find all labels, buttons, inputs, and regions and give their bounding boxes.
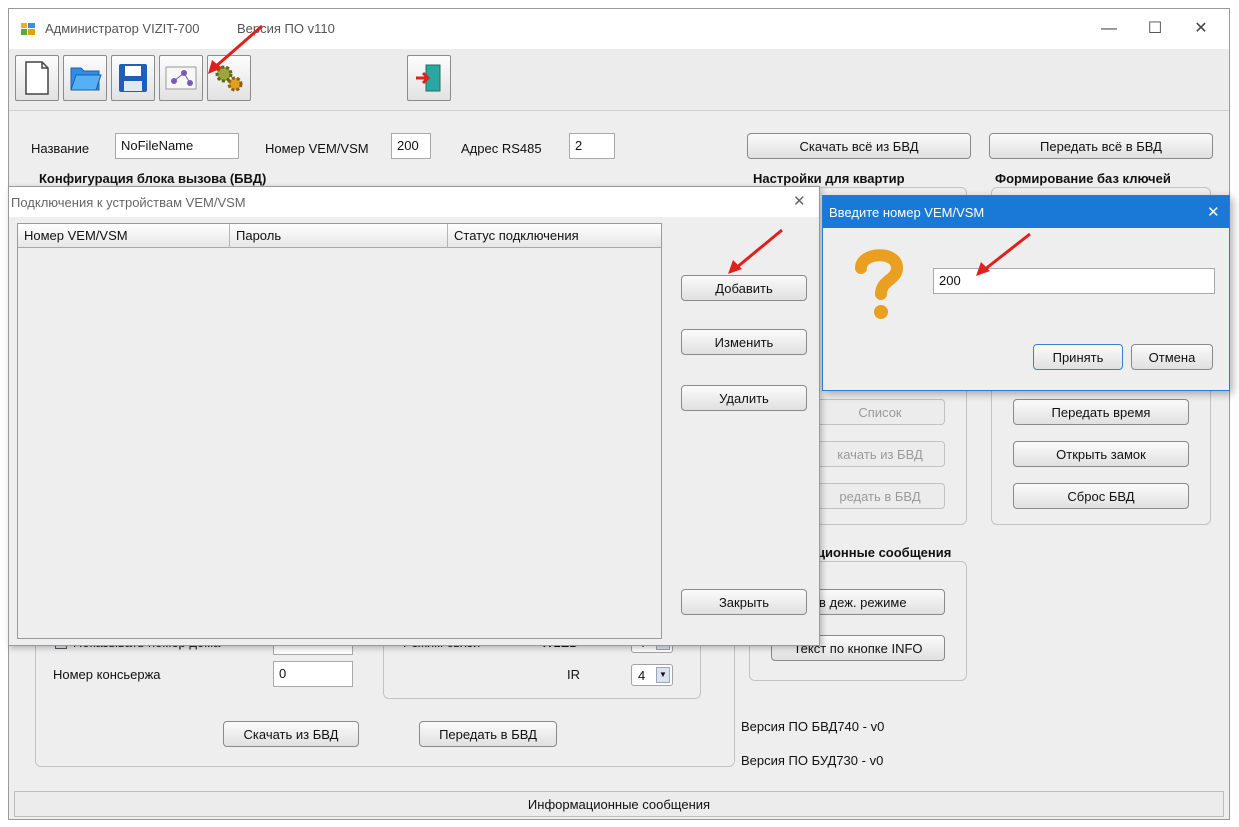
lower-download-button[interactable]: Скачать из БВД <box>223 721 359 747</box>
ir-label: IR <box>567 667 580 682</box>
info-messages-title: ционные сообщения <box>817 545 952 560</box>
connections-dialog-title: Подключения к устройствам VEM/VSM <box>11 195 246 210</box>
accept-button[interactable]: Принять <box>1033 344 1123 370</box>
toolbar <box>9 49 1229 111</box>
connections-dialog: Подключения к устройствам VEM/VSM ✕ Номе… <box>8 186 820 646</box>
rs485-input[interactable]: 2 <box>569 133 615 159</box>
save-icon <box>119 64 147 92</box>
vem-number-label: Номер VEM/VSM <box>265 141 369 156</box>
table-header: Номер VEM/VSM Пароль Статус подключения <box>18 224 661 248</box>
question-mark-icon <box>855 249 904 319</box>
column-header-vem[interactable]: Номер VEM/VSM <box>18 224 230 248</box>
vem-number-input[interactable]: 200 <box>391 133 431 159</box>
annotation-arrow-icon <box>728 228 783 274</box>
connections-dialog-titlebar: Подключения к устройствам VEM/VSM ✕ <box>9 187 819 217</box>
close-icon[interactable]: ✕ <box>793 192 806 210</box>
block-config-title: Конфигурация блока вызова (БВД) <box>39 171 267 186</box>
chevron-down-icon: ▼ <box>656 667 670 683</box>
connections-table[interactable]: Номер VEM/VSM Пароль Статус подключения <box>17 223 662 639</box>
status-bar: Информационные сообщения <box>14 791 1224 817</box>
reset-bvd-button[interactable]: Сброс БВД <box>1013 483 1189 509</box>
open-folder-button[interactable] <box>63 55 107 101</box>
title-bar: Администратор VIZIT-700 Версия ПО v110 —… <box>9 9 1229 49</box>
new-file-button[interactable] <box>15 55 59 101</box>
annotation-arrow-icon <box>208 24 263 74</box>
lower-upload-button[interactable]: Передать в БВД <box>419 721 557 747</box>
column-header-password[interactable]: Пароль <box>230 224 448 248</box>
apartments-upload-button[interactable]: редать в БВД <box>815 483 945 509</box>
vem-input-dialog-titlebar: Введите номер VEM/VSM ✕ <box>823 196 1229 228</box>
close-button[interactable]: ✕ <box>1179 17 1223 41</box>
key-db-title: Формирование баз ключей <box>995 171 1171 186</box>
apartments-download-button[interactable]: качать из БВД <box>815 441 945 467</box>
send-time-button[interactable]: Передать время <box>1013 399 1189 425</box>
close-dialog-button[interactable]: Закрыть <box>681 589 807 615</box>
maximize-button[interactable]: ☐ <box>1133 17 1177 41</box>
save-button[interactable] <box>111 55 155 101</box>
name-label: Название <box>31 141 90 156</box>
annotation-arrow-icon <box>976 232 1031 276</box>
exit-button[interactable] <box>407 55 451 101</box>
concierge-label: Номер консьержа <box>53 667 161 682</box>
network-connections-button[interactable] <box>159 55 203 101</box>
ir-value: 4 <box>638 668 646 683</box>
folder-icon <box>70 67 102 91</box>
rs485-label: Адрес RS485 <box>461 141 542 156</box>
ir-select[interactable]: 4 ▼ <box>631 664 673 686</box>
open-lock-button[interactable]: Открыть замок <box>1013 441 1189 467</box>
apartment-settings-title: Настройки для квартир <box>753 171 905 186</box>
new-file-icon <box>25 61 49 95</box>
column-header-status[interactable]: Статус подключения <box>448 224 661 248</box>
window-title: Администратор VIZIT-700 <box>45 21 200 36</box>
cancel-button[interactable]: Отмена <box>1131 344 1213 370</box>
name-input[interactable]: NoFileName <box>115 133 239 159</box>
list-button[interactable]: Список <box>815 399 945 425</box>
network-diagram-icon <box>165 66 197 90</box>
delete-button[interactable]: Удалить <box>681 385 807 411</box>
vem-input-dialog-title: Введите номер VEM/VSM <box>829 205 985 220</box>
bud-version: Версия ПО БУД730 - v0 <box>741 753 884 768</box>
exit-door-icon <box>416 64 441 92</box>
minimize-button[interactable]: — <box>1087 17 1131 41</box>
close-icon[interactable]: ✕ <box>1207 203 1220 221</box>
bvd-version: Версия ПО БВД740 - v0 <box>741 719 885 734</box>
download-all-button[interactable]: Скачать всё из БВД <box>747 133 971 159</box>
edit-button[interactable]: Изменить <box>681 329 807 355</box>
upload-all-button[interactable]: Передать всё в БВД <box>989 133 1213 159</box>
vem-input-dialog: Введите номер VEM/VSM ✕ 200 Принять Отме… <box>822 195 1230 391</box>
app-icon <box>21 23 35 35</box>
concierge-input[interactable]: 0 <box>273 661 353 687</box>
